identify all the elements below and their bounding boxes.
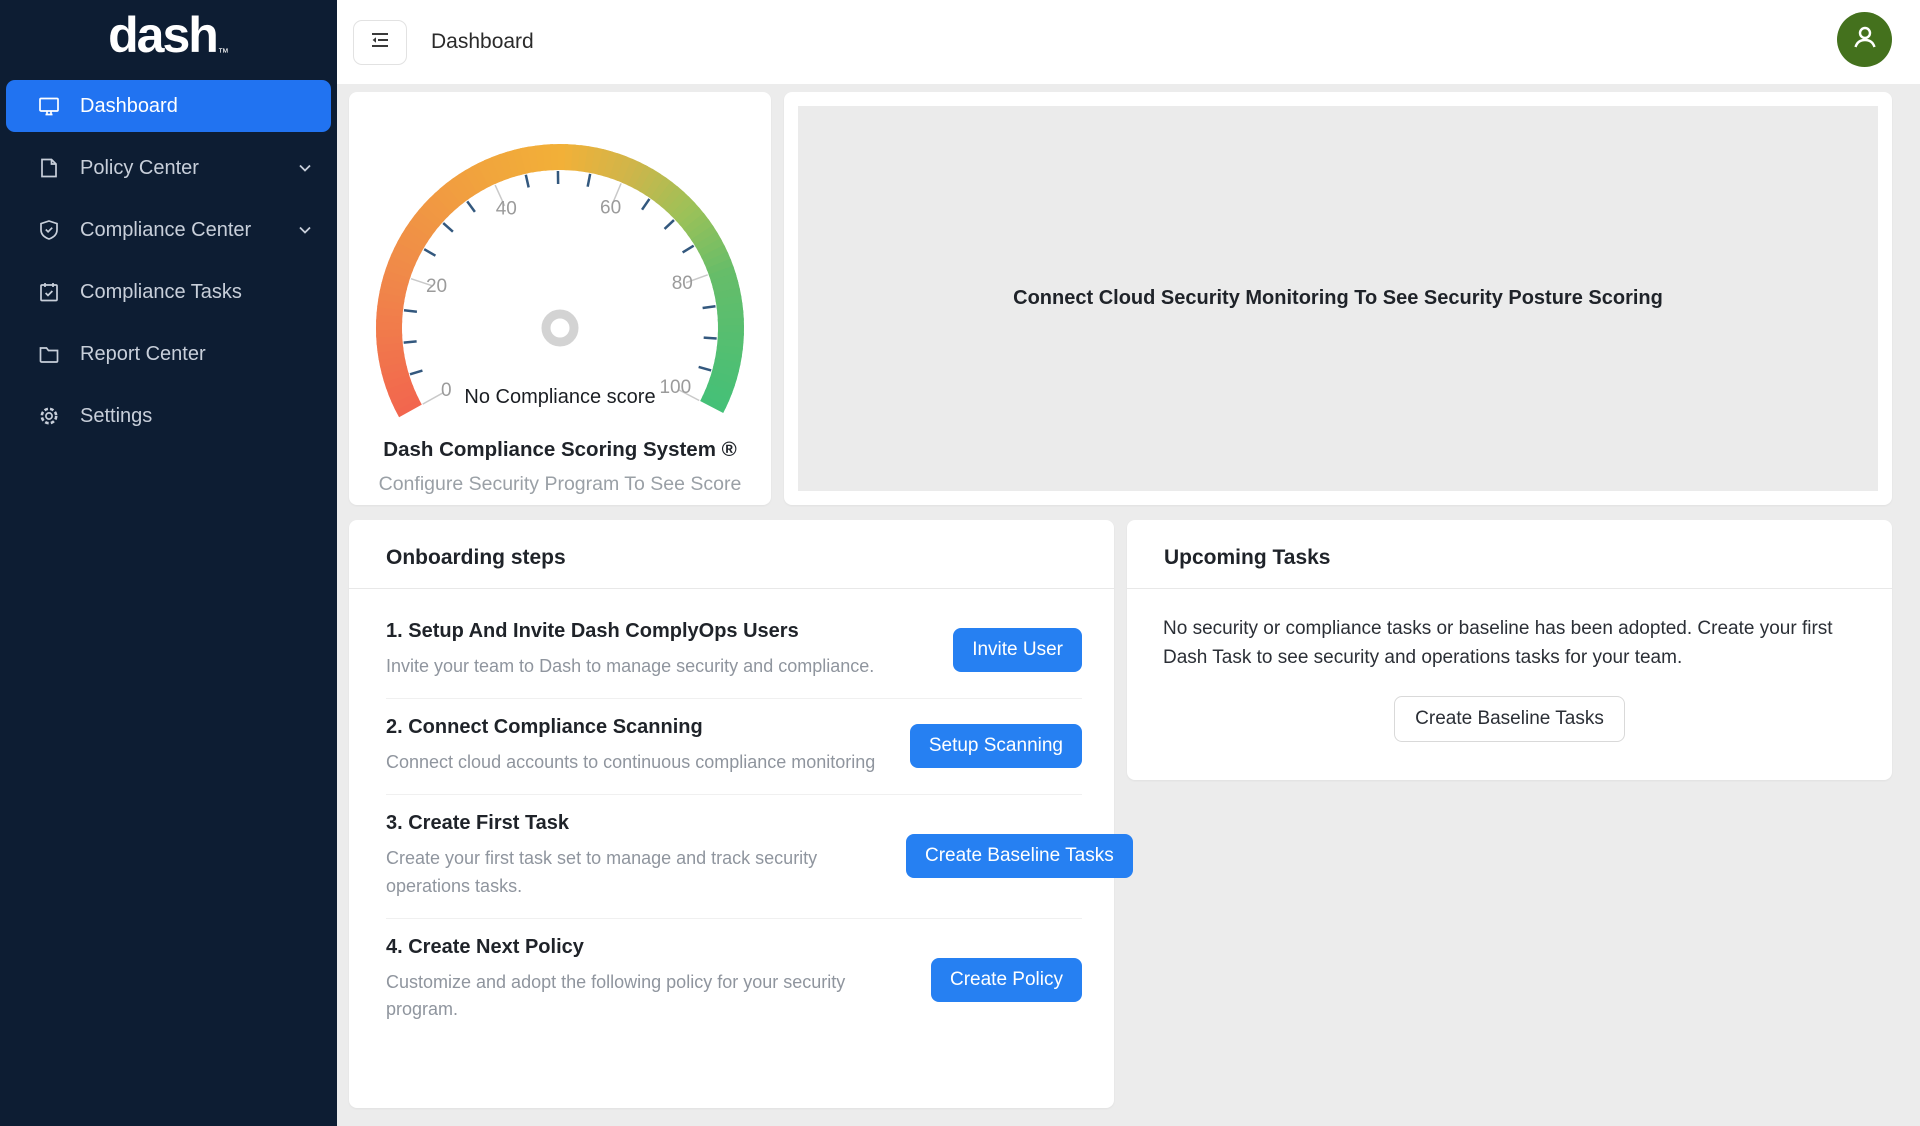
step-description: Invite your team to Dash to manage secur… — [386, 653, 906, 681]
svg-text:20: 20 — [426, 276, 447, 297]
security-posture-card: Connect Cloud Security Monitoring To See… — [784, 92, 1892, 505]
topbar: Dashboard — [337, 0, 1920, 84]
create-baseline-tasks-button[interactable]: Create Baseline Tasks — [906, 834, 1133, 878]
sidebar-item-label: Dashboard — [80, 95, 178, 118]
user-icon — [1849, 21, 1881, 58]
onboarding-step-4: 4. Create Next Policy Customize and adop… — [386, 919, 1082, 1042]
onboarding-title: Onboarding steps — [349, 520, 1114, 589]
step-title: 2. Connect Compliance Scanning — [386, 716, 906, 739]
monitor-icon — [38, 95, 60, 117]
page-title: Dashboard — [431, 30, 534, 54]
gear-icon — [38, 405, 60, 427]
onboarding-step-1: 1. Setup And Invite Dash ComplyOps Users… — [386, 603, 1082, 699]
sidebar-item-settings[interactable]: Settings — [6, 390, 331, 442]
step-description: Customize and adopt the following policy… — [386, 969, 906, 1025]
sidebar-item-label: Compliance Tasks — [80, 281, 242, 304]
step-description: Create your first task set to manage and… — [386, 845, 906, 901]
step-description: Connect cloud accounts to continuous com… — [386, 749, 906, 777]
svg-text:40: 40 — [496, 199, 517, 220]
chevron-down-icon — [297, 160, 313, 176]
folder-icon — [38, 343, 60, 365]
sidebar-item-compliance-tasks[interactable]: Compliance Tasks — [6, 266, 331, 318]
sidebar-item-compliance-center[interactable]: Compliance Center — [6, 204, 331, 256]
step-title: 1. Setup And Invite Dash ComplyOps Users — [386, 620, 906, 643]
sidebar-item-dashboard[interactable]: Dashboard — [6, 80, 331, 132]
gauge-no-score-text: No Compliance score — [349, 386, 771, 409]
step-title: 4. Create Next Policy — [386, 936, 906, 959]
sidebar: dash™ Dashboard Policy Center Compliance… — [0, 0, 337, 1126]
upcoming-tasks-title: Upcoming Tasks — [1127, 520, 1892, 589]
chevron-down-icon — [297, 222, 313, 238]
sidebar-item-policy-center[interactable]: Policy Center — [6, 142, 331, 194]
step-title: 3. Create First Task — [386, 812, 906, 835]
trademark-symbol: ™ — [218, 47, 229, 59]
invite-user-button[interactable]: Invite User — [953, 628, 1082, 672]
security-posture-panel: Connect Cloud Security Monitoring To See… — [798, 106, 1878, 491]
upcoming-tasks-card: Upcoming Tasks No security or compliance… — [1127, 520, 1892, 780]
create-baseline-tasks-outline-button[interactable]: Create Baseline Tasks — [1394, 696, 1625, 742]
svg-text:60: 60 — [600, 197, 621, 218]
sidebar-item-label: Settings — [80, 405, 152, 428]
svg-text:80: 80 — [672, 273, 693, 294]
gauge-subtitle: Configure Security Program To See Score — [349, 473, 771, 496]
dashboard-content: 020406080100 No Compliance score Dash Co… — [337, 84, 1920, 1126]
user-avatar[interactable] — [1837, 12, 1892, 67]
calendar-check-icon — [38, 281, 60, 303]
gauge-title: Dash Compliance Scoring System ® — [349, 438, 771, 462]
sidebar-item-label: Report Center — [80, 343, 206, 366]
create-policy-button[interactable]: Create Policy — [931, 958, 1082, 1002]
app-logo: dash™ — [0, 6, 337, 64]
sidebar-item-label: Policy Center — [80, 157, 199, 180]
compliance-score-card: 020406080100 No Compliance score Dash Co… — [349, 92, 771, 505]
setup-scanning-button[interactable]: Setup Scanning — [910, 724, 1082, 768]
menu-fold-icon — [368, 28, 392, 57]
sidebar-item-label: Compliance Center — [80, 219, 251, 242]
collapse-sidebar-button[interactable] — [353, 20, 407, 65]
sidebar-item-report-center[interactable]: Report Center — [6, 328, 331, 380]
document-icon — [38, 157, 60, 179]
logo-text: dash — [108, 7, 217, 63]
onboarding-card: Onboarding steps 1. Setup And Invite Das… — [349, 520, 1114, 1108]
upcoming-tasks-message: No security or compliance tasks or basel… — [1163, 615, 1856, 672]
onboarding-step-3: 3. Create First Task Create your first t… — [386, 795, 1082, 919]
shield-icon — [38, 219, 60, 241]
security-posture-message: Connect Cloud Security Monitoring To See… — [1013, 287, 1663, 310]
onboarding-step-2: 2. Connect Compliance Scanning Connect c… — [386, 699, 1082, 795]
